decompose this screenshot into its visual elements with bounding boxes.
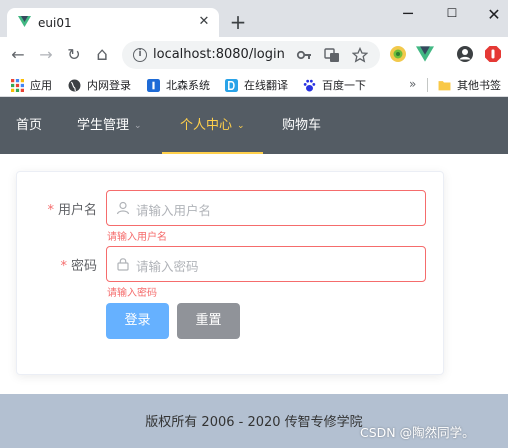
password-placeholder: 请输入密码 [136, 259, 199, 274]
nav-item-label: 学生管理 [77, 118, 130, 133]
window-minimize-button[interactable]: ─ [398, 4, 418, 23]
home-icon[interactable]: ⌂ [93, 46, 111, 64]
username-error-message: 请输入用户名 [107, 232, 167, 243]
profile-avatar-icon[interactable] [456, 45, 474, 63]
tab-title: eui01 [38, 16, 72, 30]
required-mark: * [47, 203, 54, 218]
password-label-text: 密码 [70, 259, 97, 274]
bookmark-label: 内网登录 [87, 79, 131, 92]
new-tab-button[interactable]: + [229, 12, 247, 32]
bookmark-label: 其他书签 [457, 79, 501, 92]
browser-toolbar: ← → ↻ ⌂ i localhost:8080/login [0, 37, 508, 73]
chevron-down-icon: ⌄ [237, 121, 245, 131]
bookmarks-bar: 应用 内网登录 北森系统 在线翻译 百度一下 » 其他书签 [0, 73, 508, 97]
vue-logo-icon [18, 16, 31, 27]
bookmark-label: 北森系统 [166, 79, 210, 92]
globe-icon [68, 79, 81, 91]
browser-tab[interactable]: eui01 ✕ [7, 8, 219, 37]
username-label: * 用户名 [17, 199, 97, 218]
bookmark-beisen[interactable]: 北森系统 [147, 77, 210, 93]
forward-arrow-icon[interactable]: → [37, 46, 55, 64]
login-card: * 用户名 请输入用户名 请输入用户名 * 密码 请输入密码 请输入密码 登录 重置 [16, 171, 444, 375]
password-input[interactable]: 请输入密码 [106, 246, 426, 282]
nav-item-home[interactable]: 首页 [16, 97, 42, 154]
tab-close-icon[interactable]: ✕ [196, 14, 212, 30]
browser-tabstrip: eui01 ✕ + ─ ☐ ✕ [0, 0, 508, 37]
nav-item-label: 购物车 [282, 118, 322, 133]
bookmarks-divider [427, 78, 428, 92]
required-mark: * [60, 259, 67, 274]
bookmark-baidu[interactable]: 百度一下 [303, 77, 366, 93]
baidu-icon [303, 79, 316, 91]
reload-icon[interactable]: ↻ [65, 46, 83, 64]
bookmark-star-icon[interactable] [352, 47, 368, 63]
page-content: 首页 学生管理 ⌄ 个人中心 ⌄ 购物车 * 用户名 请输入用户名 请输入用户名 * 密… [0, 97, 508, 448]
username-label-text: 用户名 [57, 203, 97, 218]
bookmark-label: 百度一下 [322, 79, 366, 92]
key-icon[interactable] [296, 47, 312, 63]
nav-item-student-management[interactable]: 学生管理 ⌄ [77, 97, 142, 154]
bookmark-other-folder[interactable]: 其他书签 [438, 77, 501, 93]
folder-icon [438, 80, 451, 90]
login-button[interactable]: 登录 [106, 303, 169, 339]
csdn-watermark: CSDN @陶然同学。 [360, 425, 475, 440]
bookmarks-overflow-button[interactable]: » [409, 77, 416, 91]
password-error-message: 请输入密码 [107, 288, 157, 299]
adblock-icon[interactable] [484, 45, 502, 63]
bookmark-label: 在线翻译 [244, 79, 288, 92]
reset-button[interactable]: 重置 [177, 303, 240, 339]
user-icon [116, 201, 130, 215]
top-navigation-menu: 首页 学生管理 ⌄ 个人中心 ⌄ 购物车 [0, 97, 508, 154]
nav-item-shopping-cart[interactable]: 购物车 [282, 97, 321, 154]
window-close-button[interactable]: ✕ [484, 6, 504, 24]
site-info-icon[interactable]: i [133, 48, 147, 62]
bookmark-apps[interactable]: 应用 [11, 77, 52, 93]
chevron-down-icon: ⌄ [134, 121, 142, 131]
address-bar[interactable]: i localhost:8080/login [122, 41, 380, 69]
password-label: * 密码 [17, 255, 97, 274]
username-input[interactable]: 请输入用户名 [106, 190, 426, 226]
url-text[interactable]: localhost:8080/login [153, 47, 285, 62]
apps-grid-icon [11, 78, 24, 92]
translate-icon[interactable] [324, 47, 340, 63]
lock-icon [117, 258, 129, 271]
vue-devtools-icon[interactable] [416, 45, 434, 63]
beisen-icon [147, 78, 160, 92]
username-placeholder: 请输入用户名 [136, 203, 212, 218]
bookmark-online-translate[interactable]: 在线翻译 [225, 77, 288, 93]
translate-icon [225, 78, 238, 92]
back-arrow-icon[interactable]: ← [9, 46, 27, 64]
nav-item-personal-center[interactable]: 个人中心 ⌄ [162, 97, 263, 154]
bookmark-intranet-login[interactable]: 内网登录 [68, 77, 131, 93]
bookmark-label: 应用 [30, 79, 52, 92]
extension-icon[interactable] [389, 45, 407, 63]
nav-item-label: 首页 [16, 118, 43, 133]
window-maximize-button[interactable]: ☐ [442, 6, 462, 24]
nav-item-label: 个人中心 [180, 118, 233, 133]
